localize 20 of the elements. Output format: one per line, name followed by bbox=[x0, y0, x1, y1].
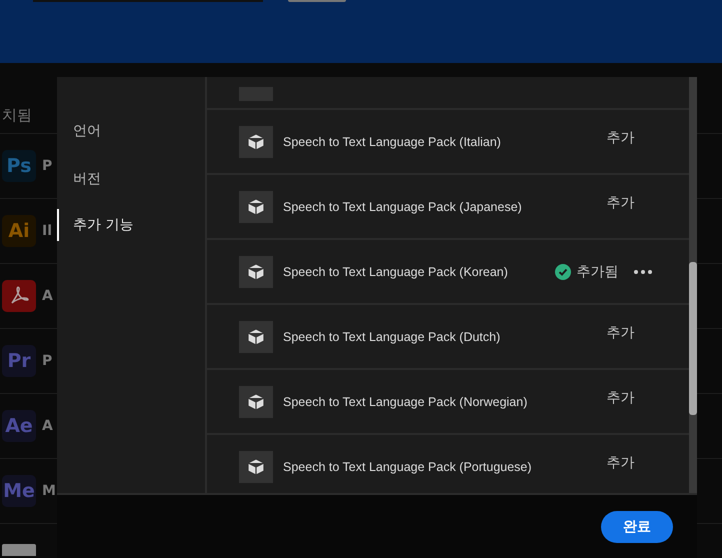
nav-item[interactable]: 버전 bbox=[57, 161, 205, 209]
package-name: Speech to Text Language Pack (Portuguese) bbox=[283, 460, 533, 474]
status-label: 추가됨 bbox=[576, 262, 618, 280]
app-name: A bbox=[42, 418, 53, 434]
app-name: A bbox=[42, 288, 53, 304]
package-name: Speech to Text Language Pack (Italian) bbox=[283, 134, 502, 148]
app-name: P bbox=[42, 158, 52, 174]
package-name: Speech to Text Language Pack (Norwegian) bbox=[283, 394, 528, 408]
app-name: Il bbox=[42, 223, 52, 239]
app-name: P bbox=[42, 353, 52, 369]
package-name: Speech to Text Language Pack (Korean) bbox=[283, 264, 509, 278]
add-link[interactable]: 추가 bbox=[606, 388, 634, 406]
app-name: M bbox=[42, 483, 56, 499]
package-name: Speech to Text Language Pack (Dutch) bbox=[283, 330, 502, 344]
package-name: Speech to Text Language Pack (Japanese) bbox=[283, 200, 523, 214]
add-link[interactable]: 추가 bbox=[606, 454, 634, 472]
add-link[interactable]: 추가 bbox=[606, 324, 634, 342]
nav-item[interactable]: 추가 기능 bbox=[57, 209, 205, 241]
add-link[interactable]: 추가 bbox=[606, 194, 634, 212]
done-button[interactable]: 완료 bbox=[601, 510, 673, 542]
